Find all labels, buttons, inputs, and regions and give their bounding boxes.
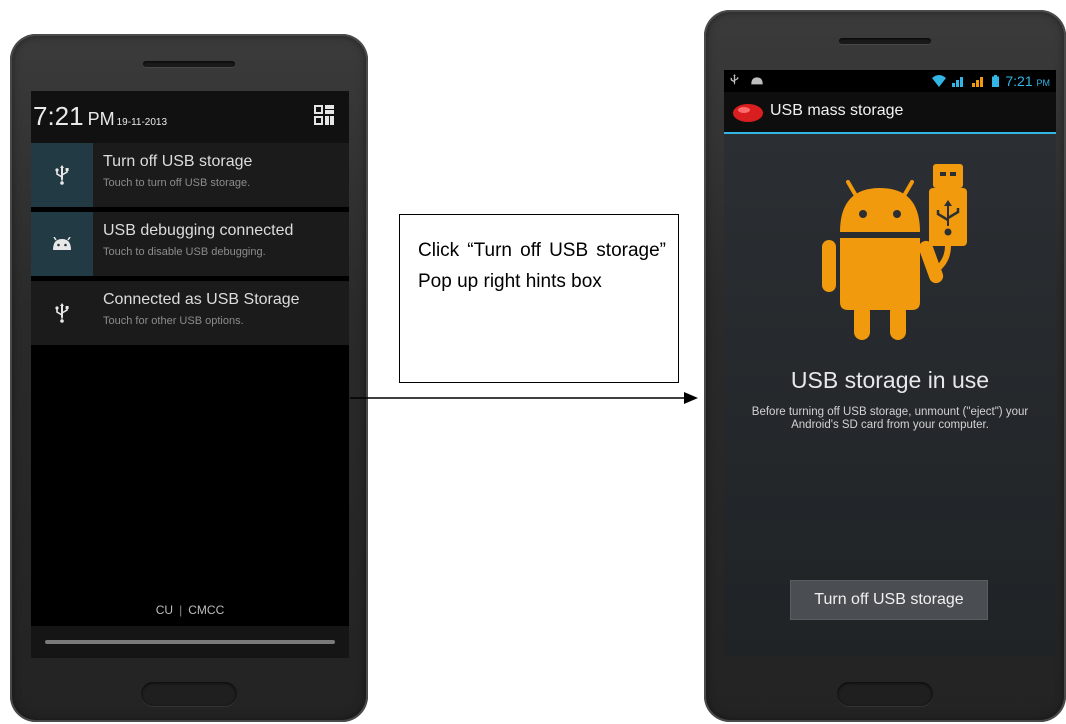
usb-icon	[55, 165, 69, 185]
left-phone: 7:21 PM 19-11-2013 Turn off USB storage …	[10, 34, 368, 722]
android-debug-icon	[751, 77, 764, 85]
home-button[interactable]	[141, 682, 237, 706]
notification-icon-box	[31, 143, 93, 207]
action-bar: USB mass storage	[724, 92, 1056, 134]
clock: 7:21 PM 19-11-2013	[33, 101, 167, 132]
arrow-connector-icon	[350, 392, 698, 404]
notification-shade: 7:21 PM 19-11-2013 Turn off USB storage …	[31, 91, 349, 658]
app-logo-icon	[733, 104, 763, 122]
notification-turn-off-usb[interactable]: Turn off USB storage Touch to turn off U…	[31, 143, 349, 207]
speaker-grille	[143, 61, 235, 67]
usb-icon	[55, 303, 69, 323]
notification-subtitle: Touch to disable USB debugging.	[103, 246, 266, 258]
notification-subtitle: Touch to turn off USB storage.	[103, 177, 251, 189]
status-ampm: PM	[1036, 78, 1051, 88]
turn-off-usb-storage-button[interactable]: Turn off USB storage	[790, 580, 988, 620]
status-bar: 7:21 PM	[724, 70, 1056, 92]
notification-title: Turn off USB storage	[103, 153, 253, 170]
clock-time: 7:21	[33, 101, 84, 131]
carrier-second: CMCC	[188, 603, 225, 617]
clock-ampm: PM	[87, 109, 115, 129]
notification-usb-debugging[interactable]: USB debugging connected Touch to disable…	[31, 212, 349, 276]
android-usb-illustration-icon	[822, 164, 967, 340]
notification-title: Connected as USB Storage	[103, 291, 300, 308]
status-right-icons: 7:21 PM	[932, 73, 1050, 89]
notification-icon-box	[31, 212, 93, 276]
notification-subtitle: Touch for other USB options.	[103, 315, 244, 327]
status-time: 7:21	[1005, 73, 1033, 89]
action-bar-title: USB mass storage	[770, 102, 904, 119]
notification-icon-box	[31, 281, 93, 345]
battery-icon	[992, 75, 1000, 87]
signal-icon-2	[972, 77, 984, 87]
callout-text: Click “Turn off USB storage” Pop up righ…	[418, 240, 666, 292]
status-left-icons	[730, 73, 764, 87]
shade-drag-handle[interactable]	[45, 640, 335, 644]
speaker-grille	[839, 38, 931, 44]
carrier-separator: |	[179, 603, 183, 617]
notification-connected-usb-storage[interactable]: Connected as USB Storage Touch for other…	[31, 281, 349, 345]
usb-icon	[730, 74, 739, 86]
android-debug-icon	[53, 237, 71, 250]
quick-settings-icon[interactable]	[313, 104, 335, 126]
wifi-icon	[932, 75, 947, 87]
usb-storage-description: Before turning off USB storage, unmount …	[751, 406, 1029, 431]
right-phone: 7:21 PM USB mass storage USB storage in …	[704, 10, 1066, 722]
home-button[interactable]	[837, 682, 933, 706]
usb-storage-in-use-heading: USB storage in use	[790, 367, 990, 393]
hint-callout-box: Click “Turn off USB storage” Pop up righ…	[399, 214, 679, 383]
clock-date: 19-11-2013	[116, 117, 168, 128]
notification-title: USB debugging connected	[103, 222, 294, 239]
shade-header: 7:21 PM 19-11-2013	[31, 91, 349, 143]
signal-icon	[952, 77, 964, 87]
content-area: USB storage in use Before turning off US…	[724, 134, 1056, 656]
usb-mass-storage-screen: 7:21 PM USB mass storage USB storage in …	[724, 70, 1056, 656]
carrier-first: CU	[155, 603, 174, 617]
carrier-label: CU | CMCC	[31, 603, 349, 617]
